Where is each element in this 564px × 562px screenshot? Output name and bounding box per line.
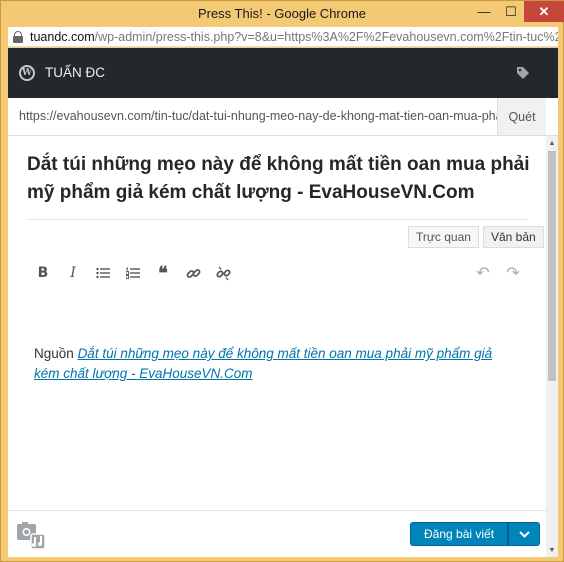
link-icon	[186, 268, 200, 278]
bullet-list-button[interactable]	[89, 260, 117, 286]
editor-toolbar: B I ❝ ↶ ↷	[27, 260, 527, 286]
redo-button[interactable]: ↷	[499, 260, 527, 286]
source-url-row: https://evahousevn.com/tin-tuc/dat-tui-n…	[8, 98, 558, 136]
unlink-icon	[215, 266, 231, 280]
source-label: Nguồn	[34, 346, 74, 361]
blockquote-button[interactable]: ❝	[149, 260, 177, 286]
remove-link-button[interactable]	[209, 260, 237, 286]
minimize-button[interactable]: —	[471, 1, 497, 22]
insert-link-button[interactable]	[179, 260, 207, 286]
window-titlebar[interactable]: Press This! - Google Chrome — ☐ ✕	[1, 1, 564, 27]
press-this-page: W TUẤN ĐC https://evahousevn.com/tin-tuc…	[8, 48, 558, 557]
bold-button[interactable]: B	[29, 260, 57, 286]
title-divider	[27, 219, 527, 220]
undo-button[interactable]: ↶	[469, 260, 497, 286]
tab-text[interactable]: Văn bản	[482, 226, 544, 248]
scroll-down-arrow-icon[interactable]: ▼	[546, 543, 558, 557]
scrollbar[interactable]: ▲ ▼	[546, 136, 558, 557]
maximize-button[interactable]: ☐	[498, 1, 524, 22]
close-button[interactable]: ✕	[524, 1, 564, 22]
numbered-list-button[interactable]	[119, 260, 147, 286]
publish-options-button[interactable]	[508, 522, 541, 546]
editor-content[interactable]: Nguồn Dắt túi những mẹo này để không mất…	[34, 344, 514, 384]
italic-button[interactable]: I	[59, 260, 87, 286]
source-link[interactable]: Dắt túi những mẹo này để không mất tiền …	[34, 346, 492, 381]
site-name[interactable]: TUẤN ĐC	[45, 65, 105, 80]
scroll-up-arrow-icon[interactable]: ▲	[546, 136, 558, 150]
browser-window: Press This! - Google Chrome — ☐ ✕ tuandc…	[0, 0, 564, 562]
url-host: tuandc.com	[30, 29, 95, 44]
publish-button[interactable]: Đăng bài viết	[410, 522, 509, 546]
chevron-down-icon	[518, 530, 530, 538]
add-media-icon[interactable]	[16, 521, 48, 551]
post-title[interactable]: Dắt túi những mẹo này để không mất tiền …	[27, 151, 532, 207]
footer-bar: Đăng bài viết	[8, 510, 546, 557]
wordpress-logo-icon[interactable]: W	[19, 65, 35, 81]
tag-icon[interactable]	[516, 66, 530, 80]
address-bar[interactable]: tuandc.com/wp-admin/press-this.php?v=8&u…	[8, 27, 558, 47]
numbered-list-icon	[126, 267, 140, 279]
publish-group: Đăng bài viết	[410, 522, 541, 546]
wp-admin-bar: W TUẤN ĐC	[8, 48, 558, 98]
bullet-list-icon	[96, 267, 110, 279]
source-url-input[interactable]: https://evahousevn.com/tin-tuc/dat-tui-n…	[8, 98, 497, 135]
scroll-thumb[interactable]	[548, 151, 556, 381]
lock-icon	[12, 30, 24, 43]
editor-mode-tabs: Trực quan Văn bản	[408, 226, 544, 248]
url-path: /wp-admin/press-this.php?v=8&u=https%3A%…	[94, 29, 558, 44]
tab-visual[interactable]: Trực quan	[408, 226, 479, 248]
scan-button[interactable]: Quét	[497, 98, 546, 135]
